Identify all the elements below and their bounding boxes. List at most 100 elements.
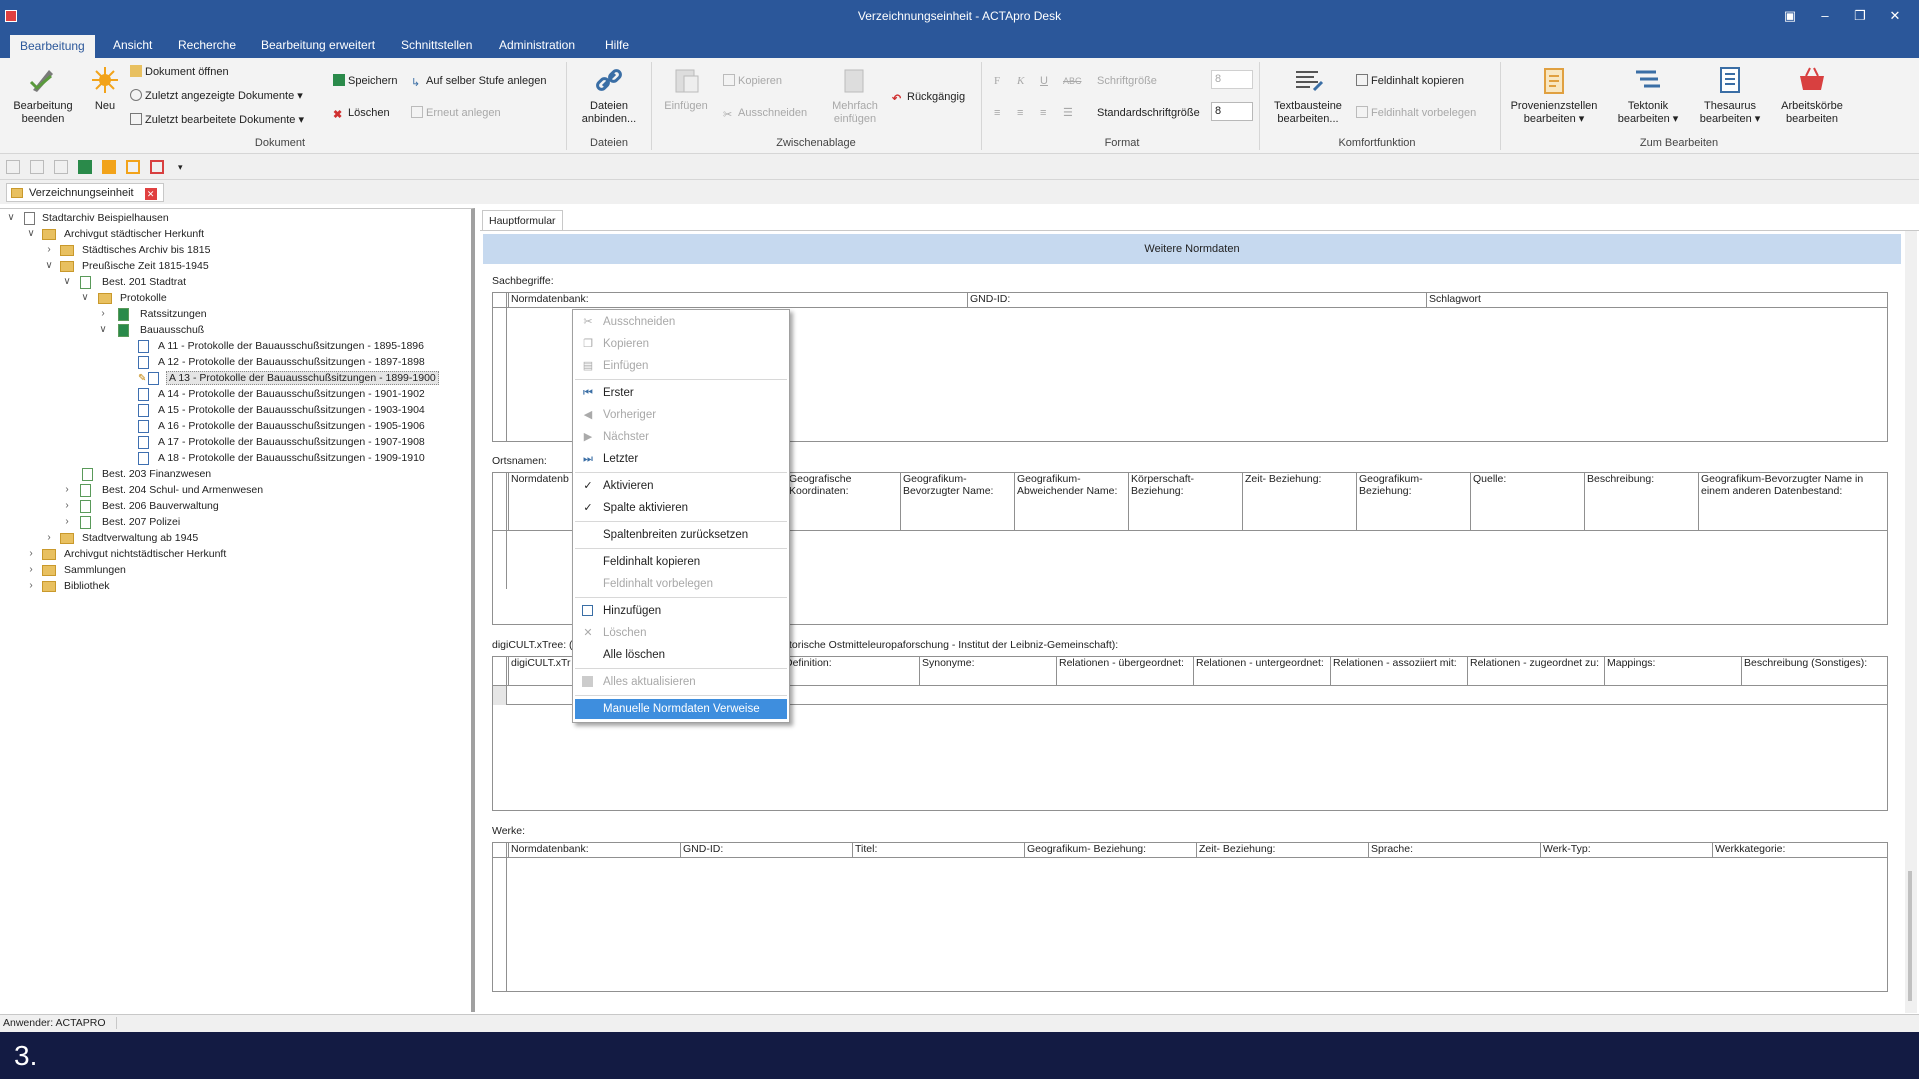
schriftgroesse-select[interactable]: 8	[1211, 70, 1253, 89]
tree-node[interactable]: A 14 - Protokolle der Bauausschußsitzung…	[138, 387, 425, 402]
einfuegen-button[interactable]: Einfügen	[656, 64, 716, 113]
col-gnd-id[interactable]: GND-ID:	[967, 293, 1426, 308]
qat-save-icon[interactable]	[78, 160, 92, 174]
row-selector[interactable]	[493, 686, 507, 705]
col-mappings[interactable]: Mappings:	[1604, 657, 1741, 686]
werke-grid[interactable]: Normdatenbank: GND-ID: Titel: Geografiku…	[492, 842, 1888, 992]
menu-item-spaltenbreiten[interactable]: Spaltenbreiten zurücksetzen	[575, 525, 787, 545]
tree-node[interactable]: Best. 203 Finanzwesen	[82, 467, 211, 482]
expand-icon[interactable]: ›	[26, 549, 36, 559]
standardschriftgroesse-select[interactable]: 8	[1211, 102, 1253, 121]
menu-item-einfuegen[interactable]: ▤ Einfügen	[575, 356, 787, 376]
tab-recherche[interactable]: Recherche	[168, 32, 246, 58]
expand-icon[interactable]: ›	[44, 245, 54, 255]
collapse-icon[interactable]: ∨	[6, 213, 16, 223]
menu-item-kopieren[interactable]: ❐ Kopieren	[575, 334, 787, 354]
col-synonyme[interactable]: Synonyme:	[919, 657, 1056, 686]
expand-icon[interactable]: ›	[62, 485, 72, 495]
col-zeit-beziehung[interactable]: Zeit- Beziehung:	[1242, 473, 1356, 531]
menu-item-feldinhalt-vorbelegen[interactable]: Feldinhalt vorbelegen	[575, 574, 787, 594]
tab-ansicht[interactable]: Ansicht	[103, 32, 162, 58]
menu-item-aktivieren[interactable]: ✓ Aktivieren	[575, 476, 787, 496]
loeschen-button[interactable]: ✖ Löschen	[333, 104, 390, 122]
menu-item-feldinhalt-kopieren[interactable]: Feldinhalt kopieren	[575, 552, 787, 572]
ribbon-display-icon[interactable]: ▣	[1771, 0, 1809, 32]
tree-node[interactable]: › Best. 207 Polizei	[64, 515, 180, 530]
scrollbar-thumb[interactable]	[1908, 871, 1912, 1001]
tree-node[interactable]: A 16 - Protokolle der Bauausschußsitzung…	[138, 419, 425, 434]
qat-paste-icon[interactable]	[54, 160, 68, 174]
speichern-button[interactable]: Speichern	[333, 72, 398, 90]
tab-hauptformular[interactable]: Hauptformular	[482, 210, 563, 230]
qat-copy-icon[interactable]	[30, 160, 44, 174]
dateien-anbinden-button[interactable]: Dateien anbinden...	[572, 64, 646, 126]
tab-bearbeitung[interactable]: Bearbeitung	[10, 35, 95, 58]
tab-administration[interactable]: Administration	[489, 32, 585, 58]
menu-item-vorheriger[interactable]: ◀ Vorheriger	[575, 405, 787, 425]
col-werk-typ[interactable]: Werk-Typ:	[1540, 843, 1712, 858]
collapse-icon[interactable]: ∨	[44, 261, 54, 271]
col-koerperschaft-beziehung[interactable]: Körperschaft-Beziehung:	[1128, 473, 1242, 531]
menu-item-spalte-aktivieren[interactable]: ✓ Spalte aktivieren	[575, 498, 787, 518]
col-relationen-uebergeordnet[interactable]: Relationen - übergeordnet:	[1056, 657, 1193, 686]
tree-node[interactable]: › Sammlungen	[28, 563, 126, 578]
tree-node[interactable]: ∨ Best. 201 Stadtrat	[63, 275, 186, 290]
expand-icon[interactable]: ›	[26, 565, 36, 575]
tree-node[interactable]: A 12 - Protokolle der Bauausschußsitzung…	[138, 355, 425, 370]
doc-tab-verzeichnungseinheit[interactable]: Verzeichnungseinheit ✕	[6, 183, 164, 202]
feldinhalt-kopieren-button[interactable]: Feldinhalt kopieren	[1356, 72, 1464, 90]
menu-item-erster[interactable]: ⏮ Erster	[575, 383, 787, 403]
col-gnd-id[interactable]: GND-ID:	[680, 843, 852, 858]
col-quelle[interactable]: Quelle:	[1470, 473, 1584, 531]
tab-bearbeitung-erweitert[interactable]: Bearbeitung erweitert	[251, 32, 385, 58]
close-tab-icon[interactable]: ✕	[144, 188, 157, 200]
vertical-scrollbar[interactable]	[1905, 231, 1917, 1013]
col-relationen-untergeordnet[interactable]: Relationen - untergeordnet:	[1193, 657, 1330, 686]
tree-node[interactable]: › Archivgut nichtstädtischer Herkunft	[28, 547, 226, 562]
col-relationen-assoziiert[interactable]: Relationen - assoziiert mit:	[1330, 657, 1467, 686]
expand-icon[interactable]: ›	[98, 309, 108, 319]
expand-icon[interactable]: ›	[62, 517, 72, 527]
restore-button[interactable]: ❐	[1841, 0, 1879, 32]
close-button[interactable]: ✕	[1876, 0, 1914, 32]
col-beschreibung[interactable]: Beschreibung:	[1584, 473, 1698, 531]
collapse-icon[interactable]: ∨	[80, 293, 90, 303]
tree-node[interactable]: ∨ Preußische Zeit 1815-1945	[44, 259, 209, 274]
bearbeitung-beenden-button[interactable]: Bearbeitung beenden	[8, 64, 78, 126]
zuletzt-bearbeitet-button[interactable]: Zuletzt bearbeitete Dokumente ▾	[130, 111, 304, 129]
col-titel[interactable]: Titel:	[852, 843, 1024, 858]
col-beschreibung-sonstiges[interactable]: Beschreibung (Sonstiges):	[1741, 657, 1887, 686]
expand-icon[interactable]: ›	[26, 581, 36, 591]
col-bevorzugter-name[interactable]: Geografikum-Bevorzugter Name:	[900, 473, 1014, 531]
qat-grid-icon[interactable]	[102, 160, 116, 174]
tab-schnittstellen[interactable]: Schnittstellen	[391, 32, 482, 58]
zuletzt-angezeigt-button[interactable]: Zuletzt angezeigte Dokumente ▾	[130, 87, 303, 105]
feldinhalt-vorbelegen-button[interactable]: Feldinhalt vorbelegen	[1356, 104, 1476, 122]
tree-node[interactable]: › Ratssitzungen	[100, 307, 207, 322]
dokument-oeffnen-button[interactable]: Dokument öffnen	[130, 63, 229, 81]
col-geografikum-beziehung[interactable]: Geografikum- Beziehung:	[1024, 843, 1196, 858]
bullet-list-icon[interactable]: ☰	[1063, 104, 1073, 122]
menu-item-alle-loeschen[interactable]: Alle löschen	[575, 645, 787, 665]
tree-node[interactable]: › Best. 204 Schul- und Armenwesen	[64, 483, 263, 498]
tree-node[interactable]: A 11 - Protokolle der Bauausschußsitzung…	[138, 339, 424, 354]
kopieren-button[interactable]: Kopieren	[723, 72, 782, 90]
menu-item-manuelle-normdaten-verweise[interactable]: Manuelle Normdaten Verweise	[575, 699, 787, 719]
col-normdatenbank[interactable]: Normdatenbank:	[508, 293, 967, 308]
underline-button[interactable]: U	[1040, 72, 1048, 90]
col-schlagwort[interactable]: Schlagwort	[1426, 293, 1887, 308]
col-zeit-beziehung[interactable]: Zeit- Beziehung:	[1196, 843, 1368, 858]
auf-selber-stufe-button[interactable]: ↳ Auf selber Stufe anlegen	[411, 72, 546, 90]
col-relationen-zugeordnet[interactable]: Relationen - zugeordnet zu:	[1467, 657, 1604, 686]
tree-node[interactable]: › Städtisches Archiv bis 1815	[46, 243, 210, 258]
qat-customize-icon[interactable]: ▾	[178, 160, 192, 174]
menu-item-hinzufuegen[interactable]: Hinzufügen	[575, 601, 787, 621]
col-geografikum-beziehung[interactable]: Geografikum-Beziehung:	[1356, 473, 1470, 531]
col-definition[interactable]: Definition:	[782, 657, 919, 686]
italic-button[interactable]: K	[1017, 72, 1024, 90]
expand-icon[interactable]: ›	[62, 501, 72, 511]
col-anderer-datenbestand[interactable]: Geografikum-Bevorzugter Name in einem an…	[1698, 473, 1887, 531]
align-left-icon[interactable]: ≡	[994, 104, 1000, 122]
tree-node[interactable]: › Best. 206 Bauverwaltung	[64, 499, 219, 514]
menu-item-ausschneiden[interactable]: ✂ Ausschneiden	[575, 312, 787, 332]
